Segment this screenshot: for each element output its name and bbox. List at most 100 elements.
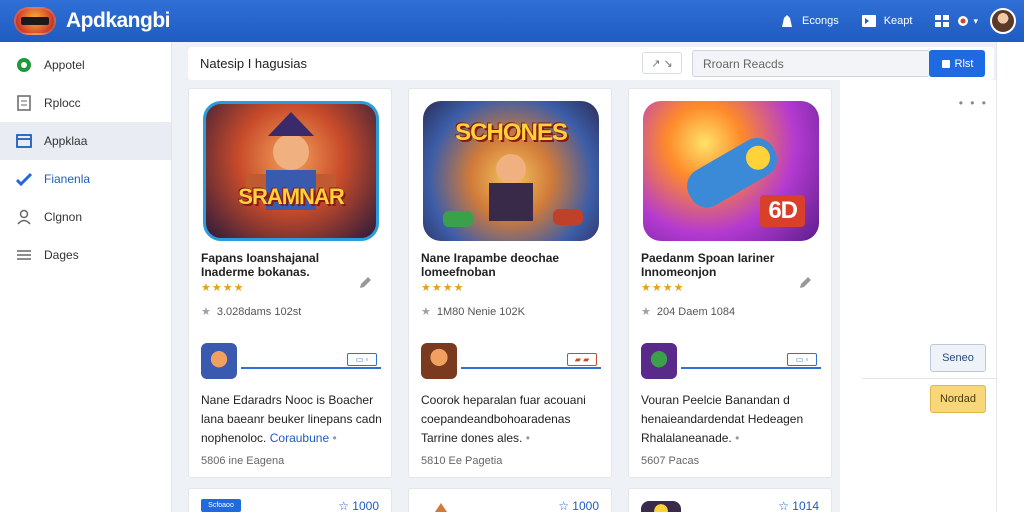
- card-footer: 5806 ine Eagena: [201, 455, 285, 467]
- card-footer: 5810 Ee Pagetia: [421, 455, 503, 467]
- page-title: Natesip I hagusias: [200, 56, 307, 71]
- flag-icon: [958, 16, 969, 26]
- app-name[interactable]: Fapans Ioanshajanal Inaderme bokanas.: [201, 251, 351, 279]
- progress-line: [461, 367, 601, 369]
- app-meta: ★ 3.028dams 102st: [201, 305, 301, 318]
- sidebar-item-label: Clgnon: [44, 210, 83, 224]
- app-logo[interactable]: [14, 7, 56, 35]
- more-options-icon[interactable]: • • •: [959, 96, 988, 110]
- header-action-label: Keapt: [883, 15, 913, 27]
- app-meta: ★ 204 Daem 1084: [641, 305, 735, 318]
- app-card-partial[interactable]: ☆ 1000: [408, 488, 612, 512]
- star-icon: ★: [421, 306, 431, 318]
- header-actions: Econgs Keapt ▾: [779, 0, 1024, 42]
- calendar-icon: [16, 133, 32, 149]
- sidebar-item-fianenla[interactable]: Fianenla: [0, 160, 171, 198]
- app-artwork[interactable]: SRAMNAR: [203, 101, 379, 241]
- rating-stars: ★★★★: [641, 282, 685, 294]
- nordad-button[interactable]: Nordad: [930, 385, 986, 413]
- edit-icon[interactable]: [797, 275, 813, 291]
- app-meta: ★ 1M80 Nenie 102K: [421, 305, 525, 318]
- category-tag: Scfoaoo: [201, 499, 241, 512]
- circle-logo-icon: [16, 57, 32, 73]
- bullet: •: [735, 431, 740, 445]
- app-artwork[interactable]: 6D: [643, 101, 819, 241]
- scrollbar[interactable]: [996, 42, 1024, 512]
- app-card[interactable]: SCHONES Nane Irapambe deochae lomeefnoba…: [408, 88, 612, 478]
- app-name[interactable]: Nane Irapambe deochae lomeefnoban: [421, 251, 571, 279]
- developer-tag[interactable]: ▰ ▰: [567, 353, 597, 366]
- app-description: Coorok heparalan fuar acouani coepandean…: [421, 391, 605, 448]
- search-button-label: Rlst: [954, 57, 974, 70]
- app-card[interactable]: 6D Paedanm Spoan Iariner Innomeonjon ★★★…: [628, 88, 832, 478]
- user-avatar[interactable]: [990, 8, 1016, 34]
- app-header: Apdkangbi Econgs Keapt ▾: [0, 0, 1024, 42]
- developer-tag[interactable]: ▭ ◦: [787, 353, 817, 366]
- sidebar-item-rplocc[interactable]: Rplocc: [0, 84, 171, 122]
- seneo-button[interactable]: Seneo: [930, 344, 986, 372]
- sidebar-item-label: Dages: [44, 248, 79, 262]
- artwork-title: SRAMNAR: [238, 184, 344, 209]
- bullet: •: [525, 431, 530, 445]
- main-toolbar: Natesip I hagusias ↗ ↘ Rroarn Reacds Rls…: [188, 47, 994, 80]
- developer-avatar[interactable]: [201, 343, 237, 379]
- sidebar-item-appotel[interactable]: Appotel: [0, 46, 171, 84]
- resize-button[interactable]: ↗ ↘: [642, 52, 682, 74]
- key-card-icon: [861, 15, 876, 27]
- header-action-keapt[interactable]: Keapt: [861, 14, 913, 28]
- meta-text: 1M80 Nenie 102K: [436, 306, 525, 318]
- app-name[interactable]: Paedanm Spoan Iariner Innomeonjon: [641, 251, 791, 279]
- app-card-partial[interactable]: Scfoaoo ☆ 1000: [188, 488, 392, 512]
- game-thumb-icon: [433, 503, 449, 512]
- developer-tag[interactable]: ▭ ◦: [347, 353, 377, 366]
- sidebar-item-label: Appklaa: [44, 134, 88, 148]
- divider: [862, 378, 996, 379]
- game-thumb-icon: [641, 501, 681, 512]
- search-icon: [941, 59, 950, 68]
- header-action-econgs[interactable]: Econgs: [779, 14, 839, 28]
- person-icon: [16, 209, 32, 225]
- search-button[interactable]: Rlst: [929, 50, 985, 77]
- description-text: Coorok heparalan fuar acouani coepandean…: [421, 393, 586, 445]
- developer-avatar[interactable]: [641, 343, 677, 379]
- app-artwork[interactable]: SCHONES: [423, 101, 599, 241]
- edit-icon[interactable]: [357, 275, 373, 291]
- card-stat: ☆ 1000: [558, 499, 599, 512]
- check-icon: [16, 171, 32, 187]
- sidebar-item-label: Fianenla: [44, 172, 91, 186]
- developer-avatar[interactable]: [421, 343, 457, 379]
- header-action-grid[interactable]: ▾: [934, 14, 978, 28]
- sidebar: Appotel Rplocc Appklaa Fianenla Clgnon D…: [0, 42, 172, 512]
- card-stat: ☆ 1014: [778, 499, 819, 512]
- app-card[interactable]: SRAMNAR Fapans Ioanshajanal Inaderme bok…: [188, 88, 392, 478]
- meta-text: 204 Daem 1084: [656, 306, 736, 318]
- brand-name[interactable]: Apdkangbi: [66, 9, 171, 33]
- sidebar-item-label: Appotel: [44, 58, 85, 72]
- app-card-partial[interactable]: ☆ 1014: [628, 488, 832, 512]
- card-footer: 5607 Pacas: [641, 455, 700, 467]
- artwork-title: 6D: [760, 195, 805, 227]
- hero-illustration: [246, 112, 336, 210]
- grid-icon: [935, 15, 950, 27]
- description-link[interactable]: Coraubune: [270, 431, 329, 445]
- progress-line: [681, 367, 821, 369]
- card-stat: ☆ 1000: [338, 499, 379, 512]
- right-panel: • • • Seneo Nordad: [840, 80, 996, 512]
- description-text: Vouran Peelcie Banandan d henaieandarden…: [641, 393, 804, 445]
- rating-stars: ★★★★: [421, 282, 465, 294]
- bullet: •: [332, 431, 337, 445]
- sidebar-item-dages[interactable]: Dages: [0, 236, 171, 274]
- chevron-down-icon: ▾: [973, 15, 978, 26]
- sidebar-item-clgnon[interactable]: Clgnon: [0, 198, 171, 236]
- artwork-title: SCHONES: [455, 119, 568, 146]
- sidebar-item-appklaa[interactable]: Appklaa: [0, 122, 171, 160]
- app-description: Vouran Peelcie Banandan d henaieandarden…: [641, 391, 825, 448]
- sidebar-item-label: Rplocc: [44, 96, 81, 110]
- shirt-icon: [782, 15, 793, 27]
- search-input[interactable]: Rroarn Reacds: [692, 50, 930, 77]
- star-icon: ★: [201, 306, 211, 318]
- star-icon: ★: [641, 306, 651, 318]
- meta-text: 3.028dams 102st: [216, 306, 302, 318]
- header-action-label: Econgs: [802, 15, 839, 27]
- rating-stars: ★★★★: [201, 282, 245, 294]
